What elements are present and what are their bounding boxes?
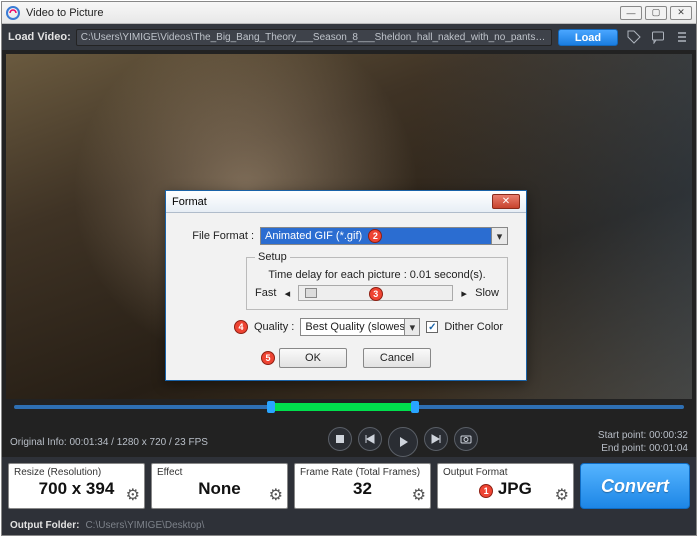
gear-icon[interactable]: ⚙ — [555, 485, 569, 505]
output-folder-bar: Output Folder: C:\Users\YIMIGE\Desktop\ — [2, 515, 696, 535]
speed-slider[interactable]: 3 — [298, 285, 453, 301]
load-video-label: Load Video: — [8, 31, 71, 43]
resize-header: Resize (Resolution) — [14, 467, 139, 478]
next-frame-button[interactable] — [424, 427, 448, 451]
convert-button[interactable]: Convert — [580, 463, 690, 509]
badge-1: 1 — [479, 484, 493, 498]
timeline-end-handle[interactable] — [411, 401, 419, 413]
file-format-select[interactable]: Animated GIF (*.gif) 2 ▾ — [260, 227, 508, 245]
load-button[interactable]: Load — [558, 29, 618, 46]
output-format-box[interactable]: Output Format 1 JPG ⚙ — [437, 463, 574, 509]
speed-slider-thumb[interactable] — [305, 288, 317, 298]
framerate-header: Frame Rate (Total Frames) — [300, 467, 425, 478]
dither-color-label: Dither Color — [444, 321, 503, 333]
badge-5: 5 — [261, 351, 275, 365]
file-format-label: File Format : — [184, 230, 254, 242]
output-folder-label: Output Folder: — [10, 520, 79, 531]
gear-icon[interactable]: ⚙ — [269, 485, 283, 505]
dialog-titlebar: Format ✕ — [166, 191, 526, 213]
maximize-button[interactable]: ▢ — [645, 6, 667, 20]
dialog-body: File Format : Animated GIF (*.gif) 2 ▾ S… — [166, 213, 526, 380]
output-format-value: 1 JPG — [443, 478, 568, 500]
badge-3: 3 — [369, 287, 383, 301]
dither-color-checkbox[interactable]: ✓ — [426, 321, 438, 333]
dialog-close-button[interactable]: ✕ — [492, 194, 520, 209]
file-format-value: Animated GIF (*.gif) — [265, 230, 362, 242]
range-points: Start point: 00:00:32 End point: 00:01:0… — [598, 429, 688, 455]
play-button[interactable] — [388, 427, 418, 457]
output-format-text: JPG — [498, 479, 532, 498]
load-bar: Load Video: C:\Users\YIMIGE\Videos\The_B… — [2, 24, 696, 50]
framerate-value: 32 — [300, 478, 425, 500]
chevron-down-icon[interactable]: ▾ — [404, 319, 419, 335]
framerate-box[interactable]: Frame Rate (Total Frames) 32 ⚙ — [294, 463, 431, 509]
quality-value: Best Quality (slowest — [305, 321, 408, 333]
resize-box[interactable]: Resize (Resolution) 700 x 394 ⚙ — [8, 463, 145, 509]
badge-2: 2 — [368, 229, 382, 243]
slow-label: Slow — [475, 287, 499, 299]
resize-value: 700 x 394 — [14, 478, 139, 500]
cancel-button[interactable]: Cancel — [363, 348, 431, 368]
effect-value: None — [157, 478, 282, 500]
effect-header: Effect — [157, 467, 282, 478]
output-folder-path[interactable]: C:\Users\YIMIGE\Desktop\ — [85, 520, 204, 531]
end-point-label: End point: — [601, 443, 646, 454]
setup-legend: Setup — [255, 251, 290, 263]
settings-boxes: Resize (Resolution) 700 x 394 ⚙ Effect N… — [2, 457, 696, 515]
minimize-button[interactable]: — — [620, 6, 642, 20]
stop-button[interactable] — [328, 427, 352, 451]
end-point-value: 00:01:04 — [649, 443, 688, 454]
playback-controls — [208, 427, 598, 457]
app-icon — [6, 6, 20, 20]
comment-icon[interactable] — [650, 29, 666, 45]
original-info: Original Info: 00:01:34 / 1280 x 720 / 2… — [10, 437, 208, 448]
ok-button[interactable]: OK — [279, 348, 347, 368]
list-icon[interactable] — [674, 29, 690, 45]
gear-icon[interactable]: ⚙ — [412, 485, 426, 505]
titlebar: Video to Picture — ▢ ✕ — [2, 2, 696, 24]
timeline-selection — [267, 403, 418, 411]
close-button[interactable]: ✕ — [670, 6, 692, 20]
window-title: Video to Picture — [26, 7, 103, 19]
timeline-start-handle[interactable] — [267, 401, 275, 413]
start-point-value: 00:00:32 — [649, 430, 688, 441]
video-path-field[interactable]: C:\Users\YIMIGE\Videos\The_Big_Bang_Theo… — [76, 29, 552, 46]
chevron-down-icon[interactable]: ▾ — [491, 228, 507, 244]
output-format-header: Output Format — [443, 467, 568, 478]
tag-icon[interactable] — [626, 29, 642, 45]
snapshot-button[interactable] — [454, 427, 478, 451]
format-dialog: Format ✕ File Format : Animated GIF (*.g… — [165, 190, 527, 381]
badge-4: 4 — [234, 320, 248, 334]
quality-label: Quality : — [254, 321, 294, 333]
timeline[interactable] — [6, 399, 692, 427]
fast-label: Fast — [255, 287, 276, 299]
prev-frame-button[interactable] — [358, 427, 382, 451]
dialog-title: Format — [172, 196, 207, 208]
quality-select[interactable]: Best Quality (slowest ▾ — [300, 318, 420, 336]
info-row: Original Info: 00:01:34 / 1280 x 720 / 2… — [2, 427, 696, 457]
time-delay-text: Time delay for each picture : 0.01 secon… — [255, 269, 499, 281]
app-window: Video to Picture — ▢ ✕ Load Video: C:\Us… — [1, 1, 697, 536]
setup-fieldset: Setup Time delay for each picture : 0.01… — [246, 251, 508, 310]
start-point-label: Start point: — [598, 430, 646, 441]
effect-box[interactable]: Effect None ⚙ — [151, 463, 288, 509]
gear-icon[interactable]: ⚙ — [126, 485, 140, 505]
